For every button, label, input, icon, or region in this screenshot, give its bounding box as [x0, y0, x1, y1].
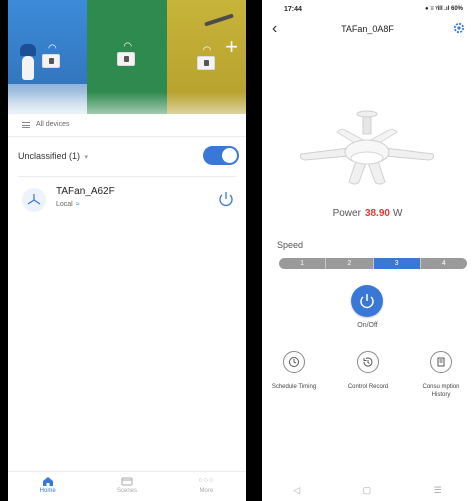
on-off-button[interactable]: [351, 285, 383, 317]
speed-level-4[interactable]: 4: [421, 258, 467, 269]
wifi-icon: ≈: [75, 201, 80, 208]
vase-illustration: [22, 56, 34, 80]
lamp-illustration: [20, 44, 36, 56]
power-label: Power: [332, 208, 361, 219]
all-devices-header[interactable]: All devices: [22, 121, 69, 128]
switch-illustration: [117, 52, 136, 66]
group-selector[interactable]: Unclassified (1) ▾: [18, 151, 88, 161]
speed-level-1[interactable]: 1: [279, 258, 327, 269]
left-phone-screen: ◠ ◠ ◠ + All devices Unclassified (1) ▾ T…: [8, 0, 246, 501]
home-icon: [42, 477, 53, 486]
divider: [8, 136, 246, 137]
nav-menu-icon[interactable]: ☰: [434, 485, 442, 496]
bottom-tab-bar: Home Scenes ○○○ More: [8, 471, 246, 501]
tab-more[interactable]: ○○○ More: [167, 472, 246, 501]
consumption-history-button[interactable]: Consu mption History: [411, 351, 471, 399]
clock-icon: [283, 351, 305, 373]
device-row[interactable]: TAFan_A62F Local ≈: [22, 184, 240, 218]
ceiling-fan-illustration: [300, 110, 434, 185]
nav-back-icon[interactable]: ◁: [293, 485, 300, 496]
switch-illustration: [42, 54, 60, 68]
speed-selector: 1 2 3 4: [279, 258, 467, 269]
receipt-icon: [430, 351, 452, 373]
wifi-icon: ◠: [48, 43, 57, 54]
nav-home-icon[interactable]: ▢: [363, 485, 372, 496]
on-off-label: On/Off: [357, 322, 378, 329]
list-icon: [22, 121, 30, 128]
scene-banner[interactable]: ◠ ◠ ◠ +: [8, 0, 246, 114]
power-unit: W: [392, 208, 403, 219]
system-nav-bar: ◁ ▢ ☰: [262, 479, 473, 501]
group-label: Unclassified (1): [18, 151, 81, 161]
device-power-button[interactable]: [217, 190, 235, 208]
add-device-icon[interactable]: +: [225, 36, 238, 58]
ceiling-fan-icon: [22, 188, 46, 212]
schedule-timing-button[interactable]: Schedule Timing: [264, 351, 324, 391]
tab-home[interactable]: Home: [8, 472, 87, 501]
scenes-icon: [121, 477, 133, 486]
power-value: 38.90: [364, 208, 390, 219]
group-toggle[interactable]: [203, 146, 239, 165]
speed-label: Speed: [277, 240, 304, 250]
control-record-button[interactable]: Control Record: [338, 351, 398, 391]
page-title: TAFan_0A8F: [341, 24, 394, 34]
divider: [18, 176, 236, 177]
power-readout: Power 38.90 W: [262, 208, 473, 219]
more-icon: ○○○: [198, 477, 215, 484]
power-icon: [360, 294, 374, 309]
history-icon: [357, 351, 379, 373]
schedule-timing-label: Schedule Timing: [271, 384, 317, 390]
right-phone-screen: 17:44 ● ≡ ᵞill .ıl 60% ‹ TAFan_0A8F Powe…: [262, 0, 473, 501]
switch-illustration: [196, 56, 215, 70]
chevron-down-icon: ▾: [84, 154, 89, 161]
speed-level-2[interactable]: 2: [326, 258, 374, 269]
device-name: TAFan_A62F: [56, 186, 115, 197]
speed-level-3[interactable]: 3: [373, 258, 421, 269]
consumption-history-label: Consu mption History: [422, 384, 460, 398]
gear-icon[interactable]: [453, 22, 465, 34]
wifi-icon: ◠: [202, 45, 212, 56]
wifi-icon: ◠: [123, 41, 133, 52]
tab-scenes[interactable]: Scenes: [87, 472, 166, 501]
device-connection: Local ≈: [56, 201, 80, 208]
status-icons: ● ≡ ᵞill .ıl 60%: [425, 6, 463, 12]
status-time: 17:44: [284, 6, 302, 13]
status-bar: 17:44 ● ≡ ᵞill .ıl 60%: [262, 0, 473, 20]
control-record-label: Control Record: [347, 384, 389, 390]
all-devices-label: All devices: [36, 121, 70, 128]
